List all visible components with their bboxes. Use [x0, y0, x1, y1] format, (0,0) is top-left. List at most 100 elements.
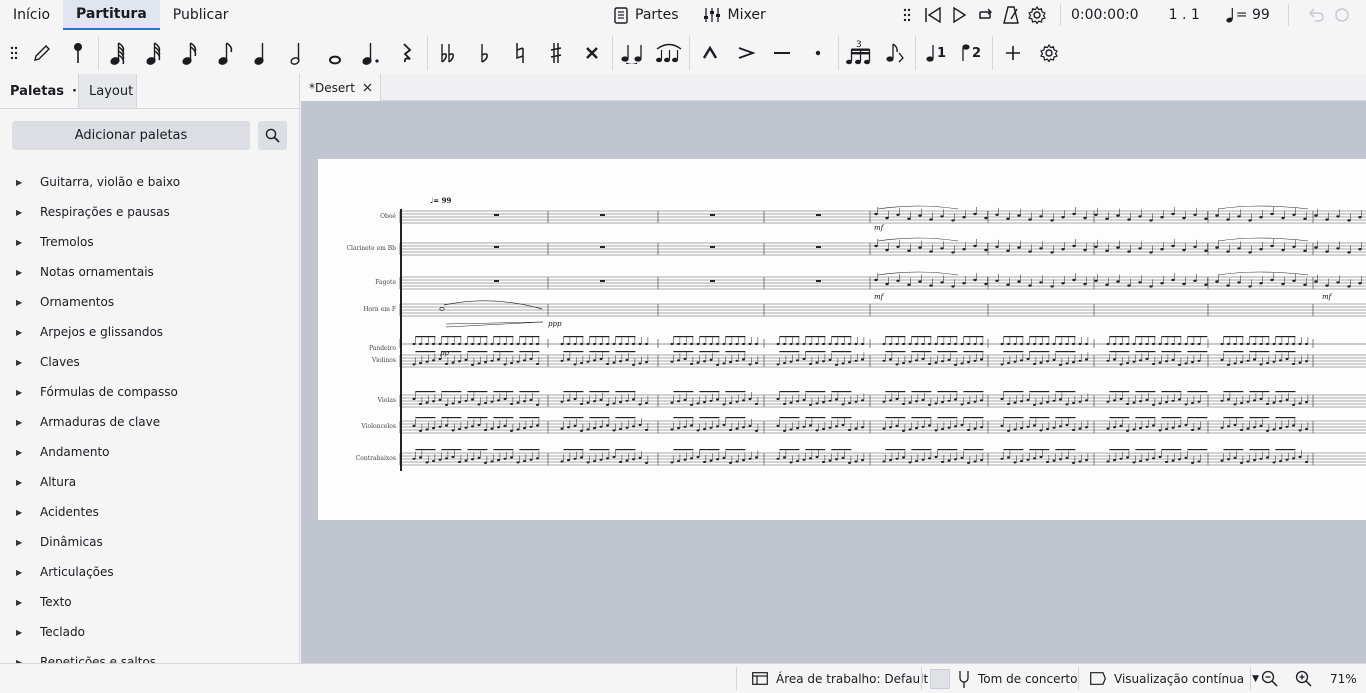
palette-item[interactable]: ▶ Fórmulas de compasso [0, 377, 299, 407]
note[interactable] [729, 361, 732, 364]
note[interactable] [1017, 214, 1021, 217]
staff[interactable]: Clarinete em Bb [346, 242, 1366, 256]
note[interactable] [703, 460, 706, 464]
note[interactable] [885, 216, 889, 220]
note[interactable] [1259, 424, 1263, 427]
note[interactable] [967, 342, 970, 346]
note[interactable] [861, 358, 864, 361]
note[interactable] [1116, 214, 1120, 217]
workspace-selector[interactable]: Área de trabalho: Default [752, 664, 928, 693]
note[interactable] [1253, 399, 1256, 402]
note[interactable] [683, 357, 687, 361]
note[interactable] [484, 361, 487, 364]
note[interactable] [951, 251, 955, 254]
note[interactable] [748, 342, 752, 346]
note[interactable] [1132, 342, 1136, 346]
note[interactable] [536, 403, 539, 406]
note[interactable] [677, 400, 680, 403]
note[interactable] [1078, 460, 1082, 463]
note[interactable] [967, 428, 970, 432]
note[interactable] [908, 342, 912, 346]
note[interactable] [1171, 459, 1175, 462]
note[interactable] [1259, 282, 1263, 285]
note[interactable] [1227, 425, 1230, 428]
staccato-icon[interactable] [800, 35, 836, 71]
note[interactable] [586, 401, 590, 404]
note[interactable] [1138, 247, 1142, 250]
note[interactable] [947, 358, 951, 361]
rest[interactable] [816, 214, 821, 216]
note[interactable] [896, 213, 900, 216]
note[interactable] [1165, 342, 1168, 346]
staff[interactable]: Violinos [371, 354, 1366, 368]
note[interactable] [625, 399, 629, 402]
note[interactable] [477, 342, 481, 346]
note[interactable] [1259, 457, 1263, 460]
note[interactable] [419, 456, 422, 459]
note[interactable] [1253, 342, 1256, 346]
note[interactable] [908, 428, 912, 431]
staff-instrument-name[interactable]: Horn em F [363, 306, 396, 313]
note[interactable] [677, 427, 680, 430]
note[interactable] [907, 217, 911, 220]
note[interactable] [1113, 399, 1116, 402]
note[interactable] [1178, 363, 1181, 366]
dynamic-marking[interactable]: ppp [548, 320, 562, 328]
note[interactable] [995, 279, 999, 282]
note[interactable] [477, 403, 481, 406]
note[interactable] [1184, 403, 1188, 406]
note[interactable] [882, 427, 886, 430]
note[interactable] [432, 400, 435, 403]
note[interactable] [670, 401, 674, 404]
note[interactable] [882, 460, 886, 463]
note[interactable] [1184, 362, 1188, 365]
note[interactable] [1116, 280, 1120, 283]
note[interactable] [960, 456, 964, 459]
note[interactable] [973, 427, 977, 430]
note[interactable] [438, 458, 442, 461]
palette-item[interactable]: ▶ Teclado [0, 617, 299, 647]
note[interactable] [606, 362, 609, 366]
note[interactable] [748, 397, 752, 401]
note[interactable] [1072, 244, 1076, 248]
note[interactable] [638, 362, 642, 365]
note[interactable] [1279, 400, 1282, 403]
note[interactable] [822, 360, 825, 363]
note[interactable] [1220, 358, 1224, 361]
note[interactable] [497, 426, 500, 429]
note[interactable] [593, 342, 596, 346]
flip-direction-icon[interactable] [877, 35, 913, 71]
note[interactable] [1160, 282, 1164, 285]
note[interactable] [573, 397, 577, 401]
note[interactable] [709, 399, 713, 402]
note[interactable] [1000, 457, 1004, 460]
note[interactable] [815, 429, 819, 432]
note[interactable] [683, 458, 687, 461]
slur[interactable] [1217, 271, 1309, 276]
note[interactable] [1039, 455, 1043, 459]
note[interactable] [567, 399, 570, 402]
note[interactable] [464, 399, 468, 402]
note[interactable] [503, 397, 507, 401]
note[interactable] [612, 342, 616, 346]
note[interactable] [1078, 427, 1082, 430]
note[interactable] [1085, 399, 1088, 402]
note[interactable] [789, 401, 793, 404]
note[interactable] [523, 459, 526, 463]
note[interactable] [1270, 244, 1274, 248]
note[interactable] [625, 426, 629, 429]
note[interactable] [1298, 342, 1302, 346]
accent-icon[interactable] [692, 35, 728, 71]
note[interactable] [606, 457, 609, 460]
note[interactable] [1013, 461, 1017, 464]
note[interactable] [722, 403, 726, 406]
note[interactable] [645, 342, 648, 346]
note[interactable] [503, 424, 507, 427]
note[interactable] [1085, 358, 1088, 361]
add-palettes-button[interactable]: Adicionar paletas [12, 121, 250, 150]
note[interactable] [1046, 342, 1049, 346]
note[interactable] [1292, 457, 1295, 460]
note[interactable] [828, 358, 832, 361]
note[interactable] [471, 398, 474, 401]
note[interactable] [908, 401, 912, 404]
